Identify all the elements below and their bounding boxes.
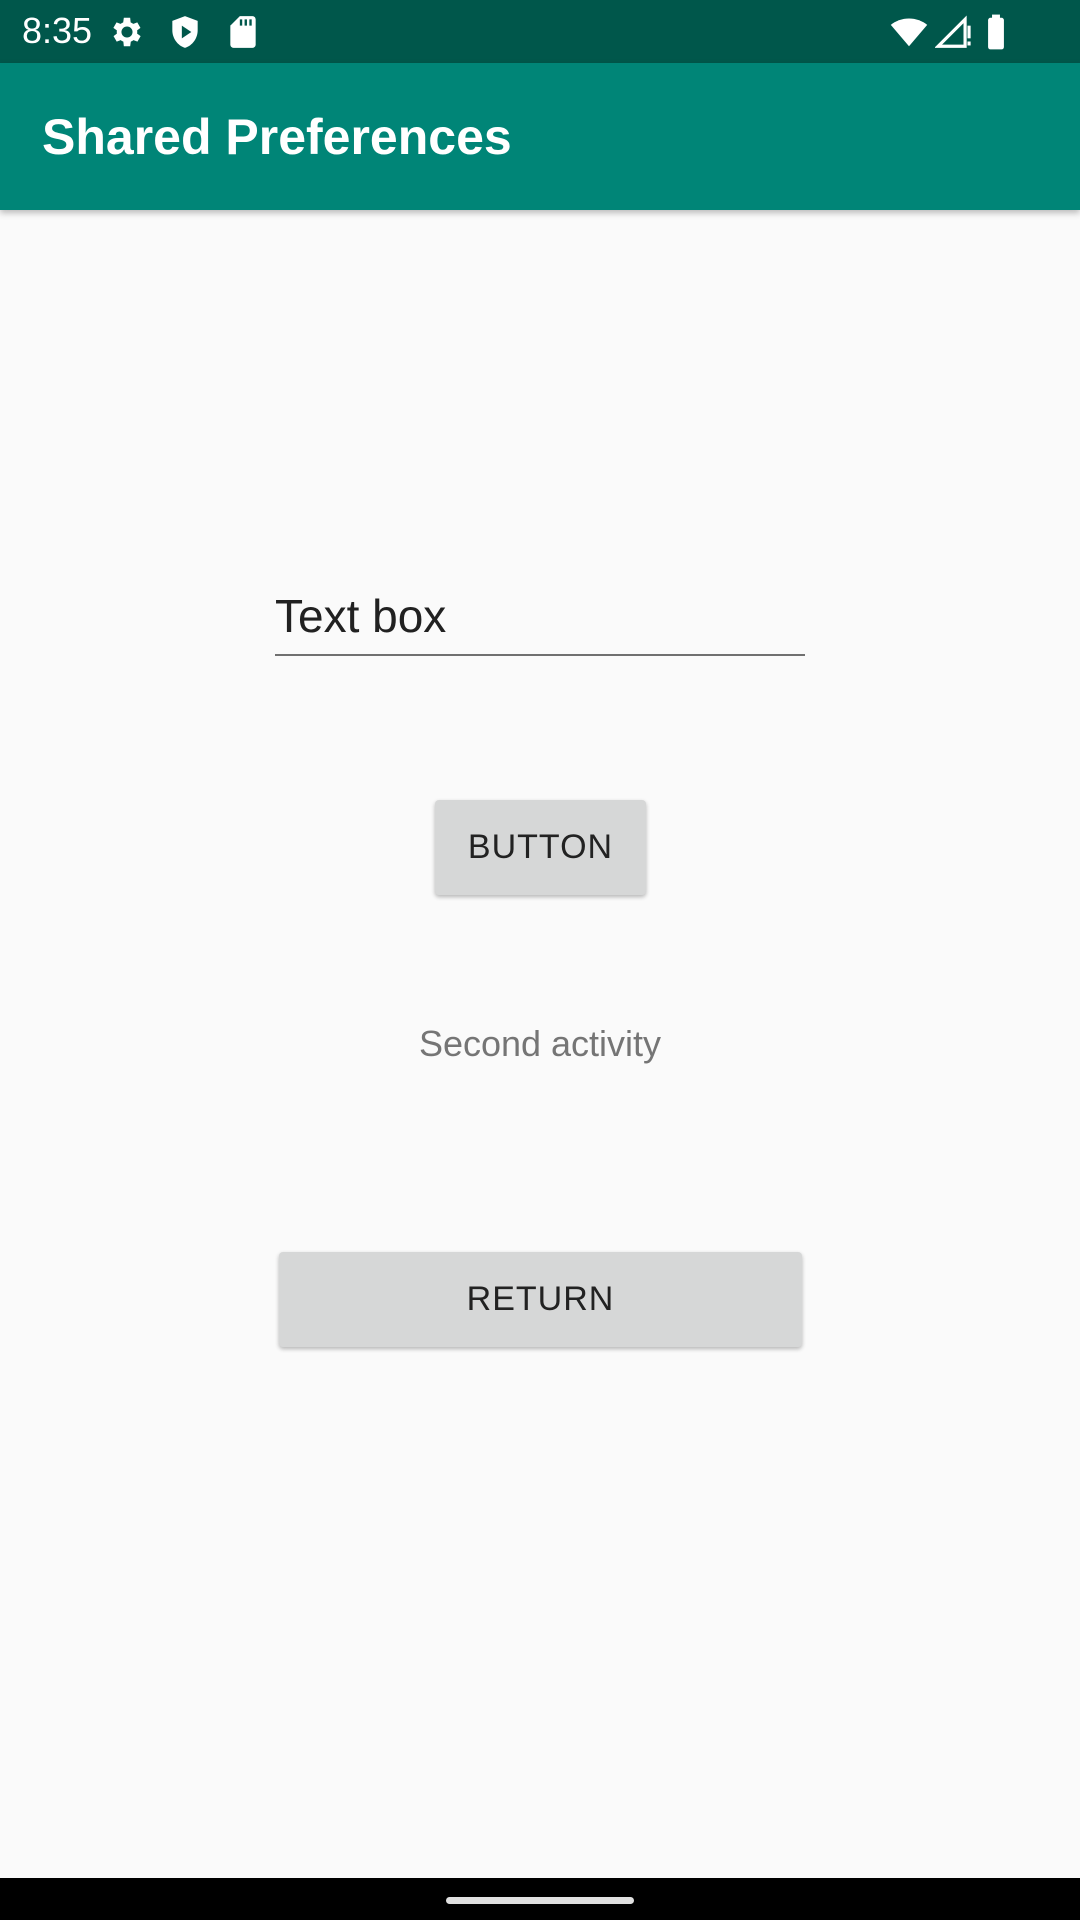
screen: 8:35 Shared Preferences BUTTON Second ac…	[0, 0, 1080, 1920]
navigation-bar	[0, 1878, 1080, 1920]
shield-play-icon	[166, 13, 204, 51]
second-activity-label: Second activity	[418, 1023, 662, 1064]
status-bar: 8:35	[0, 0, 1080, 63]
sd-card-icon	[224, 13, 262, 51]
main-button[interactable]: BUTTON	[435, 800, 646, 895]
battery-icon	[977, 13, 1015, 51]
app-title: Shared Preferences	[42, 109, 512, 165]
wifi-icon	[890, 13, 928, 51]
return-button[interactable]: RETURN	[279, 1252, 802, 1347]
gear-icon	[108, 13, 146, 51]
text-box-input[interactable]	[275, 578, 805, 656]
signal-icon	[935, 13, 973, 51]
home-gesture-handle[interactable]	[446, 1897, 634, 1904]
app-bar: Shared Preferences	[0, 63, 1080, 210]
status-time: 8:35	[22, 10, 93, 51]
